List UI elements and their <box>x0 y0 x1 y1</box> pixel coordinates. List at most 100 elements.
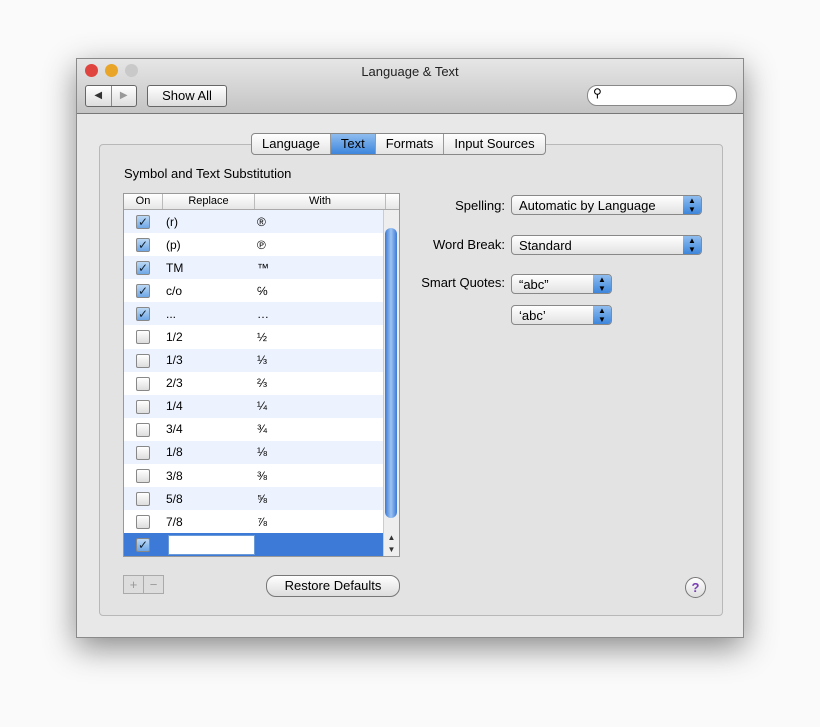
table-header: On Replace With <box>124 194 399 210</box>
with-cell[interactable]: ⅛ <box>253 445 383 459</box>
table-row[interactable]: 1/8 ⅛ <box>124 440 399 465</box>
tab-input-sources[interactable]: Input Sources <box>443 134 544 154</box>
table-row[interactable]: ✓...… <box>124 302 399 326</box>
with-cell[interactable]: … <box>253 307 383 321</box>
search-icon: ⚲ <box>593 86 602 100</box>
table-row[interactable]: 7/8 ⅞ <box>124 510 399 533</box>
with-cell[interactable]: ® <box>253 215 383 229</box>
with-cell[interactable]: ⅜ <box>253 469 383 483</box>
on-checkbox[interactable] <box>136 422 150 437</box>
replace-cell[interactable]: 7/8 <box>162 515 253 529</box>
on-checkbox[interactable] <box>136 399 150 414</box>
on-checkbox[interactable] <box>136 492 150 507</box>
tab-text[interactable]: Text <box>329 134 375 154</box>
title-bar: Language & Text ◀ ▶ Show All ⚲ <box>77 59 743 114</box>
table-row[interactable]: 3/8 ⅜ <box>124 464 399 487</box>
search-input[interactable]: ⚲ <box>587 85 737 106</box>
on-checkbox[interactable] <box>136 353 150 368</box>
popup-arrows-icon: ▲ ▼ <box>593 306 611 324</box>
table-row[interactable]: ✓ c/o ℅ <box>124 279 399 302</box>
tab-formats[interactable]: Formats <box>374 134 444 154</box>
forward-icon[interactable]: ▶ <box>110 86 137 106</box>
smart-quotes-label: Smart Quotes: <box>421 275 505 290</box>
replace-edit-field[interactable] <box>168 534 255 555</box>
spelling-popup[interactable]: Automatic by Language ▲ ▼ <box>511 195 702 215</box>
replace-cell[interactable]: c/o <box>162 284 253 298</box>
scroll-arrows[interactable]: ▲ ▼ <box>384 532 399 556</box>
replace-cell[interactable]: (p) <box>162 238 253 252</box>
add-button[interactable]: + <box>124 576 143 593</box>
on-checkbox[interactable]: ✓ <box>136 261 150 276</box>
substitution-table: On Replace With ✓ (r) ® ✓ (p) ℗ ✓ TM ™ ✓ c/o ℅ ✓...…… <box>123 193 400 557</box>
replace-cell[interactable] <box>162 534 255 555</box>
replace-cell[interactable]: 1/2 <box>162 330 253 344</box>
replace-cell[interactable]: 1/4 <box>162 399 253 413</box>
on-cell: ✓ <box>124 307 162 322</box>
on-cell <box>124 514 162 530</box>
replace-cell[interactable]: 3/4 <box>162 422 253 436</box>
table-row[interactable]: 5/8 ⅝ <box>124 487 399 511</box>
replace-cell[interactable]: (r) <box>162 215 253 229</box>
on-checkbox[interactable] <box>136 330 150 345</box>
word-break-popup[interactable]: Standard ▲ ▼ <box>511 235 702 255</box>
with-cell[interactable]: ⅓ <box>253 353 383 367</box>
replace-cell[interactable]: TM <box>162 261 253 275</box>
header-replace[interactable]: Replace <box>163 194 255 209</box>
on-checkbox[interactable] <box>136 468 150 483</box>
with-cell[interactable]: ⅝ <box>253 492 383 506</box>
on-checkbox[interactable] <box>136 515 150 530</box>
table-row[interactable]: ✓ (r) ® <box>124 210 399 234</box>
replace-cell[interactable]: 1/3 <box>162 353 253 367</box>
with-cell[interactable]: ¾ <box>253 422 383 436</box>
replace-cell[interactable]: 3/8 <box>162 469 253 483</box>
table-row[interactable]: ✓ (p) ℗ <box>124 233 399 256</box>
on-checkbox[interactable]: ✓ <box>136 214 150 229</box>
table-row[interactable]: ✓ <box>124 533 399 557</box>
scrollbar[interactable]: ▲ ▼ <box>383 210 399 556</box>
popup-arrows-icon: ▲ ▼ <box>683 196 701 214</box>
table-row[interactable]: 1/3 ⅓ <box>124 348 399 372</box>
on-checkbox[interactable] <box>136 445 150 460</box>
remove-button[interactable]: − <box>143 576 163 593</box>
scroll-thumb[interactable] <box>385 228 397 518</box>
table-row[interactable]: 1/2 ½ <box>124 325 399 348</box>
on-cell <box>124 353 162 368</box>
show-all-button[interactable]: Show All <box>147 85 227 107</box>
popup-arrows-icon: ▲ ▼ <box>593 275 611 293</box>
on-cell: ✓ <box>124 537 162 553</box>
tab-language[interactable]: Language <box>252 134 330 154</box>
back-icon[interactable]: ◀ <box>86 86 111 106</box>
on-checkbox[interactable] <box>136 376 150 391</box>
table-row[interactable]: 3/4 ¾ <box>124 418 399 441</box>
table-body: ✓ (r) ® ✓ (p) ℗ ✓ TM ™ ✓ c/o ℅ ✓...… 1/2 ½ 1/3 ⅓ 2/3 ⅔ 1/4 ¼… <box>124 210 399 557</box>
with-cell[interactable]: ℅ <box>253 284 383 298</box>
replace-cell[interactable]: 2/3 <box>162 376 253 390</box>
on-cell <box>124 330 162 345</box>
double-quotes-popup[interactable]: “abc” ▲ ▼ <box>511 274 612 294</box>
header-on[interactable]: On <box>124 194 163 209</box>
on-checkbox[interactable]: ✓ <box>136 307 150 322</box>
header-with[interactable]: With <box>255 194 386 209</box>
table-row[interactable]: ✓ TM ™ <box>124 256 399 280</box>
with-cell[interactable]: ⅔ <box>253 376 383 390</box>
table-row[interactable]: 2/3 ⅔ <box>124 372 399 395</box>
on-checkbox[interactable]: ✓ <box>136 538 150 553</box>
replace-cell[interactable]: 1/8 <box>162 445 253 459</box>
on-checkbox[interactable]: ✓ <box>136 284 150 299</box>
double-quotes-value: “abc” <box>519 277 549 292</box>
restore-defaults-button[interactable]: Restore Defaults <box>266 575 400 597</box>
single-quotes-popup[interactable]: ‘abc’ ▲ ▼ <box>511 305 612 325</box>
with-cell[interactable]: ™ <box>253 261 383 275</box>
on-cell: ✓ <box>124 283 162 299</box>
table-row[interactable]: 1/4 ¼ <box>124 394 399 418</box>
help-button[interactable]: ? <box>685 577 706 598</box>
with-cell[interactable]: ¼ <box>253 399 383 413</box>
replace-cell[interactable]: ... <box>162 307 253 321</box>
with-cell[interactable]: ℗ <box>253 238 383 252</box>
with-cell[interactable]: ⅞ <box>253 515 383 529</box>
spelling-value: Automatic by Language <box>519 198 656 213</box>
on-checkbox[interactable]: ✓ <box>136 238 150 253</box>
spelling-label: Spelling: <box>455 198 505 213</box>
with-cell[interactable]: ½ <box>253 330 383 344</box>
replace-cell[interactable]: 5/8 <box>162 492 253 506</box>
